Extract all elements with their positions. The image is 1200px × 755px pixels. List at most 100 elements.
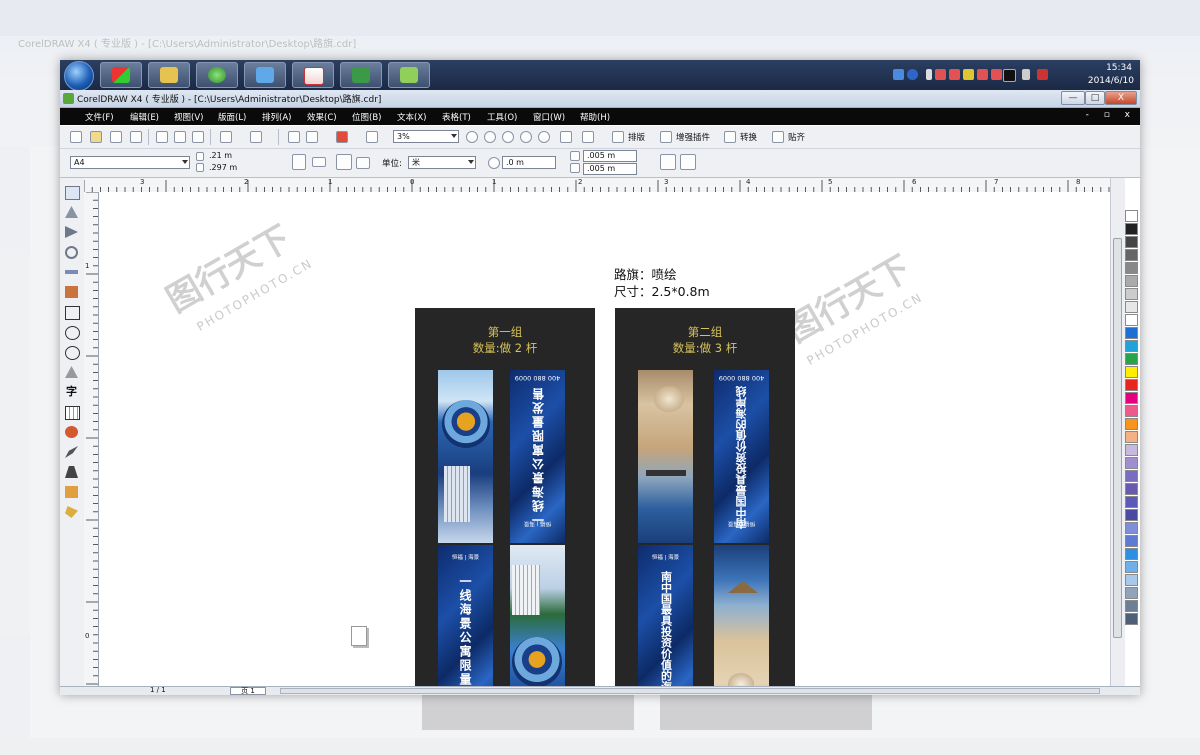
taskbar-app-5[interactable]: [292, 62, 334, 88]
basic-shapes-icon[interactable]: [65, 366, 78, 378]
menu-help[interactable]: 帮助(H): [580, 111, 610, 123]
banner-2-bottom-left[interactable]: 恒福 | 海景 南中国最具投资价值的海岸线 400 880 0009: [638, 545, 693, 686]
banner-1-bottom-right-image[interactable]: [510, 545, 565, 686]
palette-swatch[interactable]: [1125, 535, 1138, 547]
drawing-canvas[interactable]: 图行天下 PHOTOPHOTO.CN 图行天下 PHOTOPHOTO.CN 路旗…: [99, 192, 1124, 686]
tray-icon-1[interactable]: [893, 69, 904, 80]
palette-swatch[interactable]: [1125, 496, 1138, 508]
page-tab[interactable]: 页 1: [230, 687, 266, 695]
tray-icon-6[interactable]: [963, 69, 974, 80]
palette-swatch[interactable]: [1125, 522, 1138, 534]
fill-tool-icon[interactable]: [65, 486, 78, 498]
clock-date[interactable]: 2014/6/10: [1088, 76, 1134, 86]
palette-swatch[interactable]: [1125, 379, 1138, 391]
palette-swatch[interactable]: [1125, 574, 1138, 586]
ellipse-tool-icon[interactable]: [65, 326, 80, 340]
start-button[interactable]: [64, 61, 94, 91]
current-page-icon[interactable]: [356, 157, 370, 169]
polygon-tool-icon[interactable]: [65, 346, 80, 360]
palette-swatch[interactable]: [1125, 613, 1138, 625]
palette-swatch[interactable]: [1125, 470, 1138, 482]
zoom-selected-icon[interactable]: [502, 131, 514, 143]
minimize-button[interactable]: —: [1061, 91, 1085, 105]
all-pages-icon[interactable]: [336, 154, 352, 170]
palette-swatch[interactable]: [1125, 327, 1138, 339]
palette-swatch[interactable]: [1125, 262, 1138, 274]
nudge-distance-field[interactable]: .0 m: [502, 156, 556, 169]
welcome-screen-icon[interactable]: [366, 131, 378, 143]
menu-text[interactable]: 文本(X): [397, 111, 426, 123]
zoom-tool-icon[interactable]: [65, 246, 78, 259]
paste-icon[interactable]: [192, 131, 204, 143]
taskbar-app-coreldraw[interactable]: [388, 62, 430, 88]
interactive-fill-icon[interactable]: [65, 506, 78, 518]
palette-swatch[interactable]: [1125, 223, 1138, 235]
vertical-scrollbar[interactable]: [1110, 178, 1125, 688]
tray-icon-qq-3[interactable]: [977, 69, 988, 80]
volume-icon[interactable]: [1022, 69, 1030, 80]
duplicate-x-field[interactable]: .005 m: [583, 150, 637, 162]
palette-swatch[interactable]: [1125, 405, 1138, 417]
open-folder-icon[interactable]: [90, 131, 102, 143]
maximize-button[interactable]: □: [1085, 91, 1105, 105]
snap-plugin-icon[interactable]: [772, 131, 784, 143]
close-button[interactable]: X: [1105, 91, 1137, 105]
menu-bitmaps[interactable]: 位图(B): [352, 111, 381, 123]
menu-table[interactable]: 表格(T): [442, 111, 471, 123]
interactive-blend-icon[interactable]: [65, 426, 78, 438]
coreldraw-app-icon[interactable]: [63, 93, 74, 104]
convert-plugin-icon[interactable]: [724, 131, 736, 143]
zoom-out-icon[interactable]: [484, 131, 496, 143]
palette-swatch[interactable]: [1125, 353, 1138, 365]
page-width-value[interactable]: .21 m: [209, 151, 232, 160]
palette-swatch[interactable]: [1125, 483, 1138, 495]
menu-edit[interactable]: 编辑(E): [130, 111, 159, 123]
save-icon[interactable]: [110, 131, 122, 143]
menu-arrange[interactable]: 排列(A): [262, 111, 291, 123]
zoom-page-icon[interactable]: [538, 131, 550, 143]
palette-swatch[interactable]: [1125, 444, 1138, 456]
page-size-dropdown[interactable]: A4: [70, 156, 190, 169]
shape-tool-icon[interactable]: [65, 206, 78, 218]
page-height-value[interactable]: .297 m: [209, 163, 237, 172]
palette-swatch[interactable]: [1125, 210, 1138, 222]
cut-icon[interactable]: [156, 131, 168, 143]
taskbar-app-explorer[interactable]: [148, 62, 190, 88]
banner-1-bottom-left[interactable]: 恒福 | 海景 一线海景公寓限量发售 400 880 0009: [438, 545, 493, 686]
treat-as-filled-icon[interactable]: [660, 154, 676, 170]
new-document-icon[interactable]: [70, 131, 82, 143]
color-palette[interactable]: [1125, 210, 1138, 685]
palette-swatch[interactable]: [1125, 236, 1138, 248]
palette-swatch[interactable]: [1125, 301, 1138, 313]
export-icon[interactable]: [306, 131, 318, 143]
application-launcher-icon[interactable]: [336, 131, 348, 143]
rectangle-tool-icon[interactable]: [65, 306, 80, 320]
menu-layout[interactable]: 版面(L): [218, 111, 246, 123]
palette-swatch[interactable]: [1125, 366, 1138, 378]
horizontal-ruler[interactable]: 3 2 1 0 1 2 3 4 5 6 7 8: [84, 178, 1124, 193]
crop-tool-icon[interactable]: [65, 226, 78, 238]
vertical-scroll-thumb[interactable]: [1113, 238, 1122, 638]
menu-view[interactable]: 视图(V): [174, 111, 203, 123]
taskbar-app-1[interactable]: [100, 62, 142, 88]
palette-swatch[interactable]: [1125, 249, 1138, 261]
pick-tool-icon[interactable]: [65, 186, 80, 200]
page-icon[interactable]: [351, 626, 367, 646]
outline-pen-icon[interactable]: [65, 466, 78, 478]
banner-group-2[interactable]: 第二组 数量:做 3 杆 400 880 0009 南中国最具投资价值的海岸线 …: [615, 308, 795, 686]
banner-2-bottom-right-image[interactable]: [714, 545, 769, 686]
tray-icon-3[interactable]: [926, 69, 932, 80]
zoom-height-icon[interactable]: [582, 131, 594, 143]
tray-icon-9[interactable]: [1003, 69, 1016, 82]
banner-2-top-right[interactable]: 400 880 0009 南中国最具投资价值的海岸线 恒福 | 海景: [714, 370, 769, 543]
text-tool-icon[interactable]: 字: [65, 386, 78, 398]
taskbar-app-browser[interactable]: [196, 62, 238, 88]
taskbar-app-4[interactable]: [244, 62, 286, 88]
palette-swatch[interactable]: [1125, 392, 1138, 404]
copy-icon[interactable]: [174, 131, 186, 143]
palette-swatch[interactable]: [1125, 275, 1138, 287]
zoom-width-icon[interactable]: [560, 131, 572, 143]
taskbar-app-excel[interactable]: [340, 62, 382, 88]
zoom-level-dropdown[interactable]: 3%: [393, 130, 459, 143]
tray-icon-qq-2[interactable]: [949, 69, 960, 80]
